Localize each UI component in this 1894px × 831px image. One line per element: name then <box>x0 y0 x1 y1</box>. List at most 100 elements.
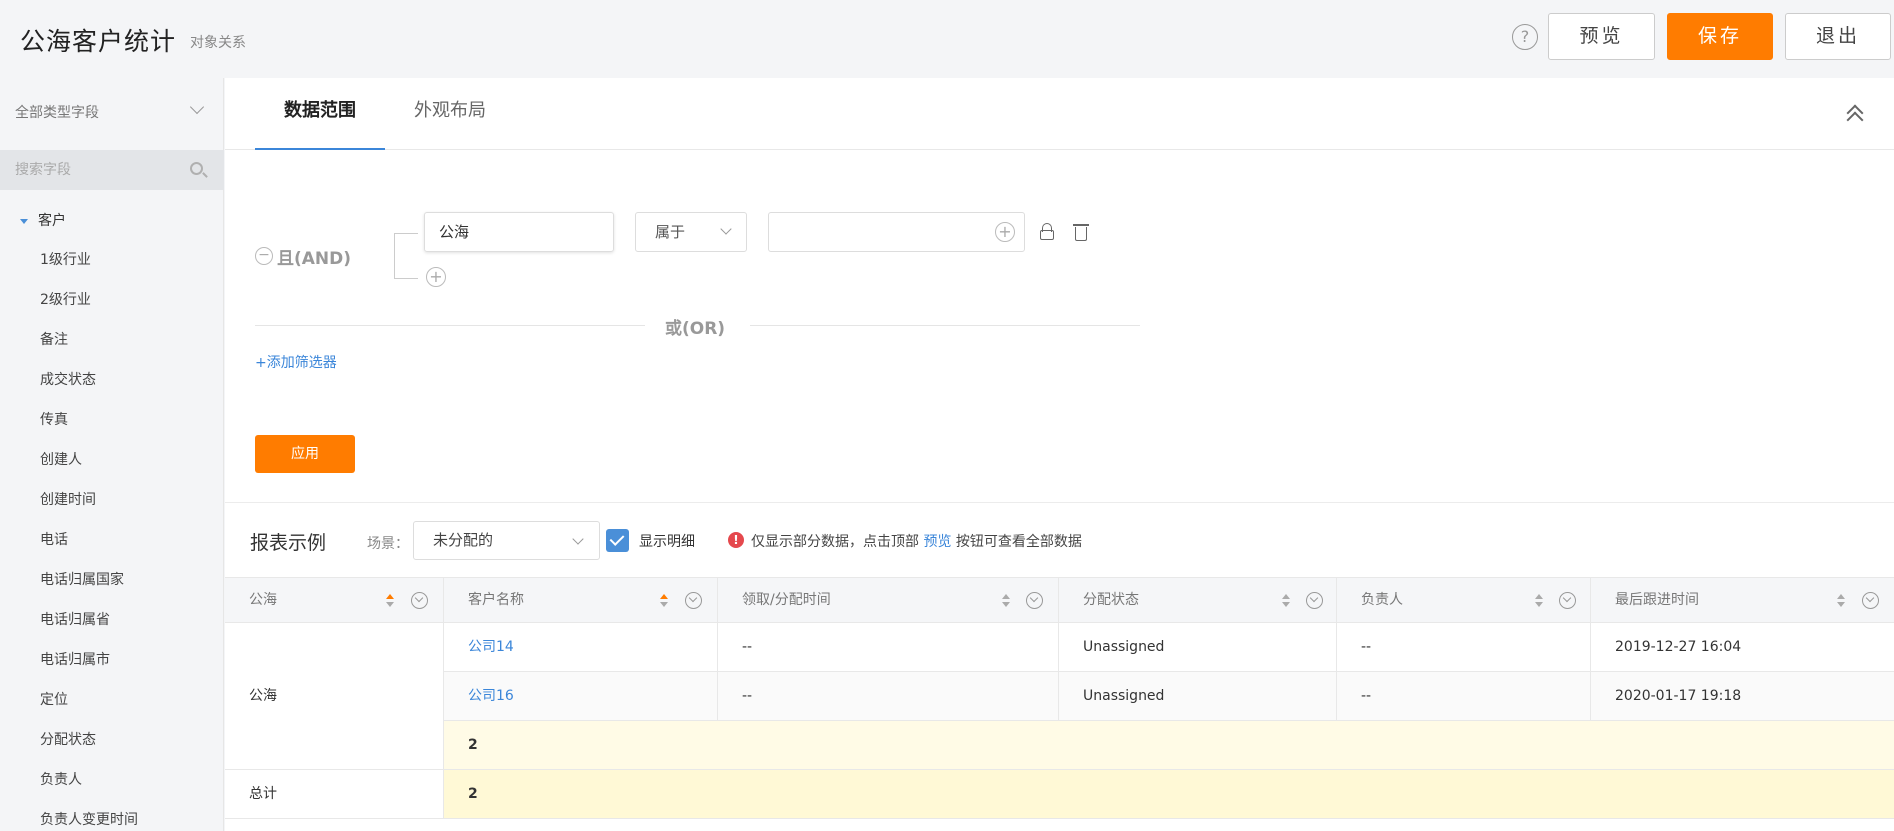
field-sidebar: 全部类型字段 客户 1级行业 2级行业 备注 成交状态 传真 创建人 创建时间 … <box>0 78 224 831</box>
last-follow-cell: 2019-12-27 16:04 <box>1591 623 1894 672</box>
sort-icon[interactable] <box>660 594 668 608</box>
add-condition-icon[interactable]: + <box>426 267 446 287</box>
field-search-box <box>0 150 224 190</box>
sort-icon[interactable] <box>1837 594 1845 608</box>
notice-prefix: 仅显示部分数据，点击顶部 <box>751 534 919 550</box>
status-cell: Unassigned <box>1059 623 1337 672</box>
operator-value: 属于 <box>655 223 686 241</box>
total-label: 总计 <box>225 770 444 819</box>
or-label: 或(OR) <box>665 319 726 339</box>
apply-button[interactable]: 应用 <box>255 435 355 473</box>
field-item[interactable]: 2级行业 <box>40 280 138 320</box>
search-icon[interactable] <box>190 162 203 175</box>
field-item[interactable]: 成交状态 <box>40 360 138 400</box>
field-type-dropdown[interactable]: 全部类型字段 <box>0 78 224 150</box>
caret-down-icon[interactable] <box>20 218 28 224</box>
top-bar: 公海客户统计 对象关系 ? 预览 保存 退出 <box>0 0 1894 78</box>
owner-cell: -- <box>1337 623 1591 672</box>
column-header[interactable]: 领取/分配时间 <box>718 578 1059 623</box>
notice-preview-link[interactable]: 预览 <box>923 534 951 550</box>
claim-time-cell: -- <box>718 623 1059 672</box>
add-value-icon[interactable]: + <box>995 222 1015 242</box>
column-menu-icon[interactable] <box>1559 592 1576 609</box>
field-item[interactable]: 电话 <box>40 520 138 560</box>
and-label: 且(AND) <box>277 249 352 269</box>
field-item[interactable]: 创建时间 <box>40 480 138 520</box>
total-value: 2 <box>444 770 1894 819</box>
main-panel: 数据范围 外观布局 − 且(AND) 公海 + 属于 + 或(OR) +添加筛选… <box>225 78 1894 831</box>
collapse-up-icon[interactable] <box>1845 104 1865 129</box>
add-filter-link[interactable]: +添加筛选器 <box>255 352 337 372</box>
field-item[interactable]: 分配状态 <box>40 720 138 760</box>
customer-name-link[interactable]: 公司14 <box>444 623 718 672</box>
report-title: 报表示例 <box>250 532 327 554</box>
field-item[interactable]: 负责人 <box>40 760 138 800</box>
scene-select[interactable]: 未分配的 <box>413 521 600 560</box>
chevron-down-icon <box>720 223 732 235</box>
condition-bracket <box>394 233 418 279</box>
field-item[interactable]: 传真 <box>40 400 138 440</box>
column-header[interactable]: 最后跟进时间 <box>1591 578 1894 623</box>
column-header[interactable]: 负责人 <box>1337 578 1591 623</box>
exit-button[interactable]: 退出 <box>1785 13 1891 60</box>
chevron-down-icon <box>189 99 205 115</box>
column-header[interactable]: 客户名称 <box>444 578 718 623</box>
page-title: 公海客户统计 <box>20 27 177 56</box>
column-menu-icon[interactable] <box>411 592 428 609</box>
page-subtitle: 对象关系 <box>190 35 246 51</box>
column-menu-icon[interactable] <box>1862 592 1879 609</box>
scene-value: 未分配的 <box>433 531 494 549</box>
unlock-icon[interactable] <box>1040 223 1054 240</box>
field-item[interactable]: 创建人 <box>40 440 138 480</box>
or-divider-left <box>255 325 645 326</box>
tree-node-label: 客户 <box>38 213 66 229</box>
scene-label: 场景： <box>367 536 409 552</box>
status-cell: Unassigned <box>1059 672 1337 721</box>
preview-button[interactable]: 预览 <box>1548 13 1655 60</box>
show-detail-label: 显示明细 <box>639 534 695 550</box>
column-header[interactable]: 分配状态 <box>1059 578 1337 623</box>
field-item[interactable]: 电话归属市 <box>40 640 138 680</box>
partial-data-notice: 仅显示部分数据，点击顶部 预览 按钮可查看全部数据 <box>751 531 1082 551</box>
column-header[interactable]: 公海 <box>225 578 444 623</box>
subtotal-cell: 2 <box>444 721 1894 770</box>
sort-icon[interactable] <box>386 594 394 608</box>
field-item[interactable]: 电话归属国家 <box>40 560 138 600</box>
remove-group-icon[interactable]: − <box>255 247 273 265</box>
field-type-label: 全部类型字段 <box>15 105 99 121</box>
sort-icon[interactable] <box>1282 594 1290 608</box>
column-menu-icon[interactable] <box>1026 592 1043 609</box>
customer-name-link[interactable]: 公司16 <box>444 672 718 721</box>
chevron-down-icon <box>572 533 584 545</box>
claim-time-cell: -- <box>718 672 1059 721</box>
trash-icon[interactable] <box>1073 222 1089 241</box>
field-item[interactable]: 备注 <box>40 320 138 360</box>
field-item[interactable]: 电话归属省 <box>40 600 138 640</box>
owner-cell: -- <box>1337 672 1591 721</box>
show-detail-checkbox[interactable] <box>606 529 629 552</box>
condition-value-input[interactable]: + <box>768 212 1025 252</box>
sort-icon[interactable] <box>1535 594 1543 608</box>
tab-bar: 数据范围 外观布局 <box>225 78 1894 150</box>
condition-operator-select[interactable]: 属于 <box>635 212 747 252</box>
field-item[interactable]: 1级行业 <box>40 240 138 280</box>
field-list: 1级行业 2级行业 备注 成交状态 传真 创建人 创建时间 电话 电话归属国家 … <box>40 240 138 831</box>
help-icon[interactable]: ? <box>1512 24 1538 50</box>
warning-icon: ! <box>728 532 744 548</box>
notice-suffix: 按钮可查看全部数据 <box>955 534 1082 550</box>
field-item[interactable]: 负责人变更时间 <box>40 800 138 831</box>
column-menu-icon[interactable] <box>685 592 702 609</box>
section-divider <box>225 502 1894 503</box>
field-item[interactable]: 定位 <box>40 680 138 720</box>
tab-appearance[interactable]: 外观布局 <box>385 78 515 150</box>
table-header: 公海 客户名称 领取/分配时间 分配状态 负责人 最后跟进时间 <box>225 577 1894 623</box>
save-button[interactable]: 保存 <box>1667 13 1773 60</box>
sort-icon[interactable] <box>1002 594 1010 608</box>
last-follow-cell: 2020-01-17 19:18 <box>1591 672 1894 721</box>
column-menu-icon[interactable] <box>1306 592 1323 609</box>
condition-field-input[interactable]: 公海 <box>424 212 614 252</box>
or-divider-right <box>750 325 1140 326</box>
tree-node-customer[interactable]: 客户 <box>20 210 66 230</box>
group-cell: 公海 <box>225 623 444 770</box>
tab-data-range[interactable]: 数据范围 <box>255 78 385 150</box>
